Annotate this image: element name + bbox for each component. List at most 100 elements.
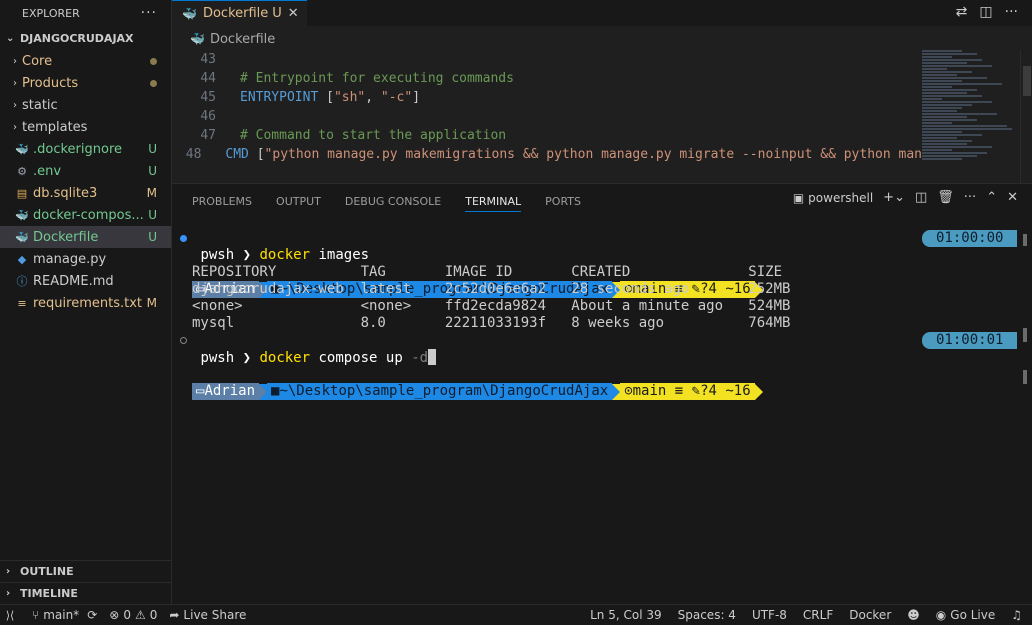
tab-ports[interactable]: PORTS: [545, 184, 581, 218]
terminal-scrollbar[interactable]: [1020, 230, 1032, 590]
minimap-line: [922, 59, 982, 61]
scrollbar-thumb[interactable]: [1023, 66, 1031, 96]
minimap-line: [922, 95, 982, 97]
encoding[interactable]: UTF-8: [752, 608, 787, 622]
code-line: 44 # Entrypoint for executing commands: [172, 69, 922, 88]
code-token: ]: [412, 90, 421, 105]
tab-terminal[interactable]: TERMINAL: [465, 184, 521, 218]
terminal-command: pwsh ❯ docker images: [200, 247, 370, 263]
minimap-line: [922, 62, 967, 64]
live-share-button[interactable]: ➦ Live Share: [169, 608, 246, 622]
code-line: 46: [172, 107, 922, 126]
close-panel-icon[interactable]: ✕: [1007, 190, 1018, 205]
file-item-requirements-txt[interactable]: ≡ requirements.txt M: [0, 292, 171, 314]
terminal-output[interactable]: ▭ Adrian ■ ~\Desktop\sample_program\Django…: [180, 230, 1022, 400]
folder-item-products[interactable]: › Products: [0, 72, 171, 94]
line-content: [216, 107, 240, 126]
table-row: djangocrudajax-web latest 2c52d0e6e6a2 2…: [192, 281, 791, 297]
split-editor-icon[interactable]: ◫: [979, 4, 992, 20]
project-folder-header[interactable]: ⌄ DJANGOCRUDAJAX: [0, 26, 171, 50]
explorer-sidebar: EXPLORER ··· ⌄ DJANGOCRUDAJAX › Core › Prod…: [0, 0, 172, 604]
whale-icon: 🐳: [190, 32, 205, 46]
minimap-line: [922, 77, 987, 79]
terminal-cursor: [428, 349, 437, 365]
indentation[interactable]: Spaces: 4: [678, 608, 736, 622]
remote-icon[interactable]: ⟩⟨: [0, 605, 20, 625]
file-item-dockerfile[interactable]: 🐳 Dockerfile U: [0, 226, 171, 248]
folder-item-core[interactable]: › Core: [0, 50, 171, 72]
editor-scrollbar[interactable]: [1020, 50, 1032, 183]
tab-label: Dockerfile: [202, 6, 269, 21]
git-status-badge: U: [148, 142, 157, 156]
python-icon: ◆: [17, 252, 27, 266]
go-live-button[interactable]: ◉ Go Live: [936, 608, 995, 622]
file-item-env[interactable]: ⚙ .env U: [0, 160, 171, 182]
git-status-badge: U: [148, 164, 157, 178]
table-row: <none> <none> ffd2ecda9824 About a minut…: [192, 298, 791, 314]
language-mode[interactable]: Docker: [849, 608, 891, 622]
minimap-line: [922, 80, 962, 82]
tree-item-label: .dockerignore: [33, 141, 123, 157]
minimap-line: [922, 128, 1012, 130]
tree-item-label: Dockerfile: [33, 229, 99, 245]
code-token: "sh": [333, 90, 366, 105]
folder-item-static[interactable]: › static: [0, 94, 171, 116]
code-line: 47 # Command to start the application: [172, 126, 922, 145]
prompt-user-segment: ▭ Adrian: [192, 383, 260, 400]
line-number: 47: [200, 128, 216, 143]
line-ending[interactable]: CRLF: [803, 608, 833, 622]
maximize-panel-icon[interactable]: ⌃: [986, 190, 997, 205]
folder-item-templates[interactable]: › templates: [0, 116, 171, 138]
tree-item-label: db.sqlite3: [33, 185, 98, 201]
minimap-line: [922, 98, 942, 100]
whale-icon: 🐳: [15, 230, 29, 244]
file-item-readme-md[interactable]: ⓘ README.md: [0, 270, 171, 292]
terminal-prompt: ▭ Adrian ■ ~\Desktop\sample_program\Django…: [180, 230, 1022, 298]
copilot-icon[interactable]: ☻: [907, 608, 920, 622]
minimap-line: [922, 155, 977, 157]
minimap[interactable]: [922, 50, 1018, 183]
command-status-dot[interactable]: [180, 337, 187, 344]
code-editor[interactable]: 43 44 # Entrypoint for executing commands 4…: [172, 50, 922, 183]
file-item-db-sqlite3[interactable]: ▤ db.sqlite3 M: [0, 182, 171, 204]
line-content: # Command to start the application: [216, 126, 506, 145]
folder-icon: ■: [271, 383, 280, 399]
cursor-position[interactable]: Ln 5, Col 39: [590, 608, 662, 622]
broadcast-icon: ◉: [935, 608, 947, 622]
more-actions-icon[interactable]: ···: [964, 190, 976, 205]
file-item-dockerignore[interactable]: 🐳 .dockerignore U: [0, 138, 171, 160]
close-icon[interactable]: ✕: [288, 6, 299, 21]
problems-indicator[interactable]: ⊗ 0 ⚠ 0: [109, 608, 157, 622]
prompt-separator: [612, 383, 621, 400]
minimap-line: [922, 101, 992, 103]
more-actions-icon[interactable]: ···: [141, 5, 157, 21]
terminal-selector[interactable]: ▣ powershell: [793, 191, 873, 205]
tab-problems[interactable]: PROBLEMS: [192, 184, 252, 218]
scrollbar-marker: [1023, 234, 1027, 246]
outline-section[interactable]: › OUTLINE: [0, 560, 172, 582]
whale-icon: 🐳: [15, 142, 29, 156]
timeline-section[interactable]: › TIMELINE: [0, 582, 172, 604]
modified-dot: [145, 54, 157, 68]
compare-changes-icon[interactable]: ⇄: [956, 4, 968, 20]
notifications-icon[interactable]: ♫: [1011, 608, 1022, 622]
command-status-dot[interactable]: [180, 235, 187, 242]
tab-dockerfile[interactable]: 🐳 Dockerfile U ✕: [172, 0, 307, 26]
tab-output[interactable]: OUTPUT: [276, 184, 321, 218]
prompt-separator: [754, 383, 763, 400]
minimap-line: [922, 134, 982, 136]
chevron-right-icon: ›: [13, 99, 17, 111]
trash-icon[interactable]: 🗑: [937, 190, 954, 205]
git-branch-icon: ⑂: [32, 608, 40, 622]
tab-debug-console[interactable]: DEBUG CONSOLE: [345, 184, 441, 218]
branch-indicator[interactable]: ⑂ main* ⟳: [32, 608, 97, 622]
file-item-docker-compos[interactable]: 🐳 docker-compos... U: [0, 204, 171, 226]
new-terminal-icon[interactable]: +⌄: [883, 190, 905, 205]
more-actions-icon[interactable]: ···: [1005, 4, 1018, 20]
explorer-header: EXPLORER ···: [0, 0, 171, 26]
split-terminal-icon[interactable]: ◫: [915, 190, 927, 205]
file-item-manage-py[interactable]: ◆ manage.py: [0, 248, 171, 270]
code-token: ENTRYPOINT: [240, 90, 319, 105]
line-number: 44: [200, 71, 216, 86]
breadcrumb[interactable]: 🐳 Dockerfile: [172, 28, 1032, 50]
